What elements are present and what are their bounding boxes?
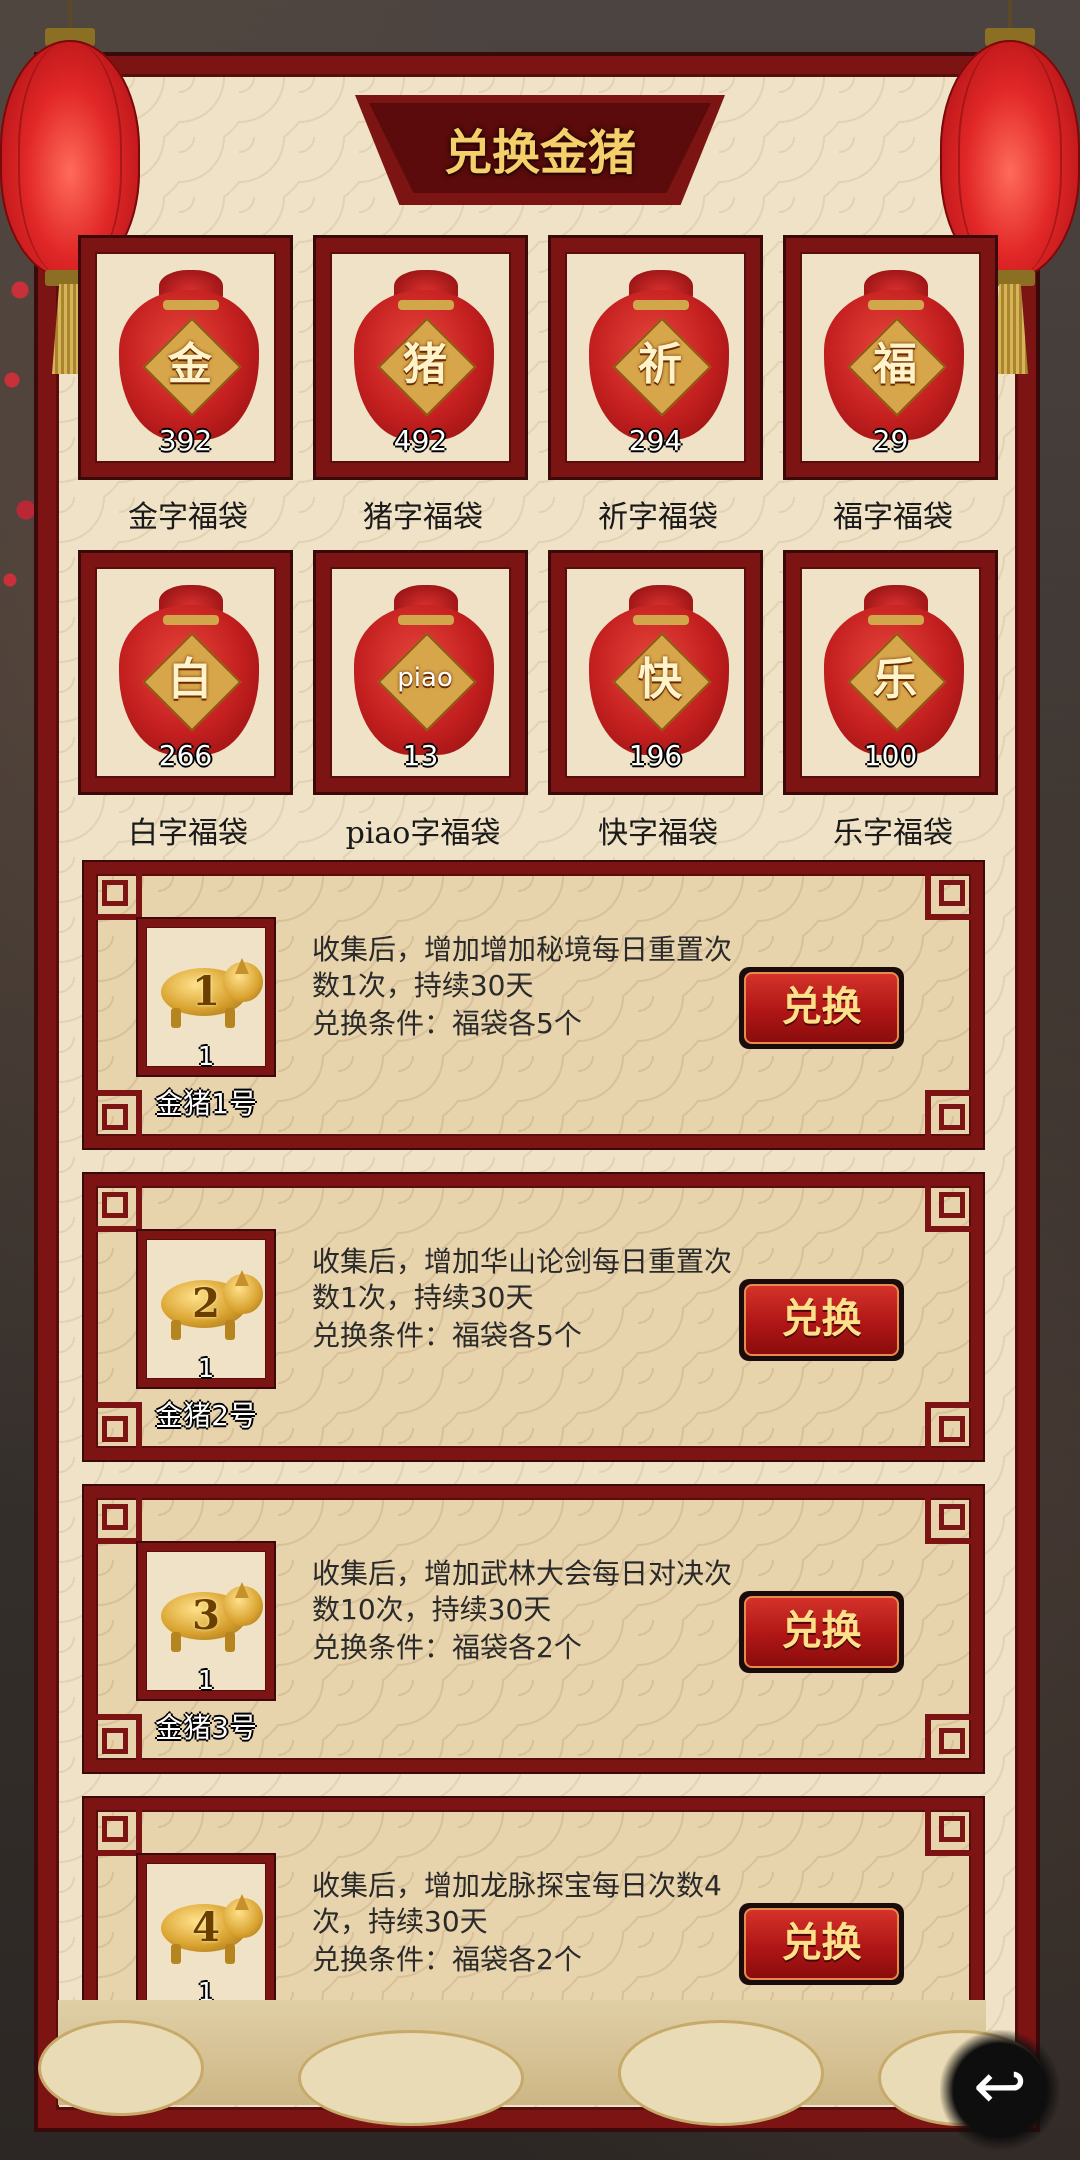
bag-count: 196 xyxy=(628,739,683,772)
cloud-footer-decoration xyxy=(38,2000,1044,2126)
pig-count: 1 xyxy=(197,1666,215,1696)
exchange-button-label: 兑换 xyxy=(744,1596,899,1668)
pig-list[interactable]: 1 1 金猪1号 收集后，增加增加秘境每日重置次数1次，持续30天 兑换条件：福… xyxy=(58,860,988,2000)
pig-effect-text: 收集后，增加华山论剑每日重置次数1次，持续30天 xyxy=(312,1245,733,1314)
bag-label: 金字福袋 xyxy=(128,500,248,535)
exchange-button-1[interactable]: 兑换 xyxy=(739,967,904,1049)
pig-description: 收集后，增加增加秘境每日重置次数1次，持续30天 兑换条件：福袋各5个 xyxy=(312,932,752,1042)
pig-card-4: 4 1 收集后，增加龙脉探宝每日次数4次，持续30天 兑换条件：福袋各2个 兑换 xyxy=(82,1796,985,2000)
bag-qi[interactable]: 祈 294 xyxy=(548,235,763,480)
golden-pig-4-icon: 4 1 xyxy=(136,1853,276,2000)
bag-glyph: 猪 xyxy=(403,339,447,390)
golden-pig-3-icon: 3 1 xyxy=(136,1541,276,1701)
bag-glyph: 白 xyxy=(168,654,212,705)
golden-pig-1-icon: 1 1 xyxy=(136,917,276,1077)
pig-number: 2 xyxy=(192,1280,220,1327)
bag-glyph: 福 xyxy=(873,339,917,390)
bag-glyph: 乐 xyxy=(873,654,917,705)
back-button[interactable]: ↩ xyxy=(940,2030,1060,2150)
bag-label: 白字福袋 xyxy=(128,816,248,851)
pig-name: 金猪3号 xyxy=(155,1711,257,1744)
bag-count: 13 xyxy=(402,739,439,772)
bag-count: 392 xyxy=(158,424,213,457)
bag-glyph: piao xyxy=(397,663,453,693)
bag-label: 乐字福袋 xyxy=(833,816,953,851)
pig-condition-text: 兑换条件：福袋各2个 xyxy=(312,1631,582,1664)
exchange-button-label: 兑换 xyxy=(744,1908,899,1980)
golden-pig-2-icon: 2 1 xyxy=(136,1229,276,1389)
bag-le[interactable]: 乐 100 xyxy=(783,550,998,795)
pig-condition-text: 兑换条件：福袋各2个 xyxy=(312,1943,582,1976)
pig-condition-text: 兑换条件：福袋各5个 xyxy=(312,1007,582,1040)
bag-label: 祈字福袋 xyxy=(598,500,718,535)
pig-description: 收集后，增加武林大会每日对决次数10次，持续30天 兑换条件：福袋各2个 xyxy=(312,1556,752,1666)
bag-jin[interactable]: 金 392 xyxy=(78,235,293,480)
pig-count: 1 xyxy=(197,1978,215,2000)
bag-count: 100 xyxy=(863,739,918,772)
bag-count: 492 xyxy=(393,424,448,457)
pig-card-2: 2 1 金猪2号 收集后，增加华山论剑每日重置次数1次，持续30天 兑换条件：福… xyxy=(82,1172,985,1462)
bag-glyph: 祈 xyxy=(638,339,682,390)
bag-zhu[interactable]: 猪 492 xyxy=(313,235,528,480)
pig-number: 4 xyxy=(192,1904,220,1951)
pig-description: 收集后，增加华山论剑每日重置次数1次，持续30天 兑换条件：福袋各5个 xyxy=(312,1244,752,1354)
bag-bai[interactable]: 白 266 xyxy=(78,550,293,795)
bag-label: 快字福袋 xyxy=(598,816,718,851)
pig-card-1: 1 1 金猪1号 收集后，增加增加秘境每日重置次数1次，持续30天 兑换条件：福… xyxy=(82,860,985,1150)
exchange-button-3[interactable]: 兑换 xyxy=(739,1591,904,1673)
pig-count: 1 xyxy=(197,1354,215,1384)
bag-count: 29 xyxy=(872,424,909,457)
pig-name: 金猪2号 xyxy=(155,1399,257,1432)
pig-condition-text: 兑换条件：福袋各5个 xyxy=(312,1319,582,1352)
title-plate: 兑换金猪 xyxy=(355,95,725,205)
bag-count: 294 xyxy=(628,424,683,457)
bag-fu[interactable]: 福 29 xyxy=(783,235,998,480)
exchange-button-4[interactable]: 兑换 xyxy=(739,1903,904,1985)
exchange-button-label: 兑换 xyxy=(744,972,899,1044)
pig-name: 金猪1号 xyxy=(155,1087,257,1120)
pig-effect-text: 收集后，增加龙脉探宝每日次数4次，持续30天 xyxy=(312,1869,722,1938)
bag-glyph: 金 xyxy=(168,339,212,390)
return-arrow-icon: ↩ xyxy=(973,2050,1027,2124)
exchange-button-label: 兑换 xyxy=(744,1284,899,1356)
pig-effect-text: 收集后，增加增加秘境每日重置次数1次，持续30天 xyxy=(312,933,733,1002)
bag-kuai[interactable]: 快 196 xyxy=(548,550,763,795)
bag-count: 266 xyxy=(158,739,213,772)
bag-label: 猪字福袋 xyxy=(363,500,483,535)
bag-piao[interactable]: piao 13 xyxy=(313,550,528,795)
pig-number: 1 xyxy=(192,968,220,1015)
bag-label: 福字福袋 xyxy=(833,500,953,535)
pig-effect-text: 收集后，增加武林大会每日对决次数10次，持续30天 xyxy=(312,1557,733,1626)
pig-description: 收集后，增加龙脉探宝每日次数4次，持续30天 兑换条件：福袋各2个 xyxy=(312,1868,752,1978)
bag-label: piao字福袋 xyxy=(345,816,501,851)
exchange-button-2[interactable]: 兑换 xyxy=(739,1279,904,1361)
pig-number: 3 xyxy=(192,1592,220,1639)
pig-count: 1 xyxy=(197,1042,215,1072)
bag-glyph: 快 xyxy=(638,654,682,705)
pig-card-3: 3 1 金猪3号 收集后，增加武林大会每日对决次数10次，持续30天 兑换条件：… xyxy=(82,1484,985,1774)
page-title: 兑换金猪 xyxy=(443,125,636,181)
